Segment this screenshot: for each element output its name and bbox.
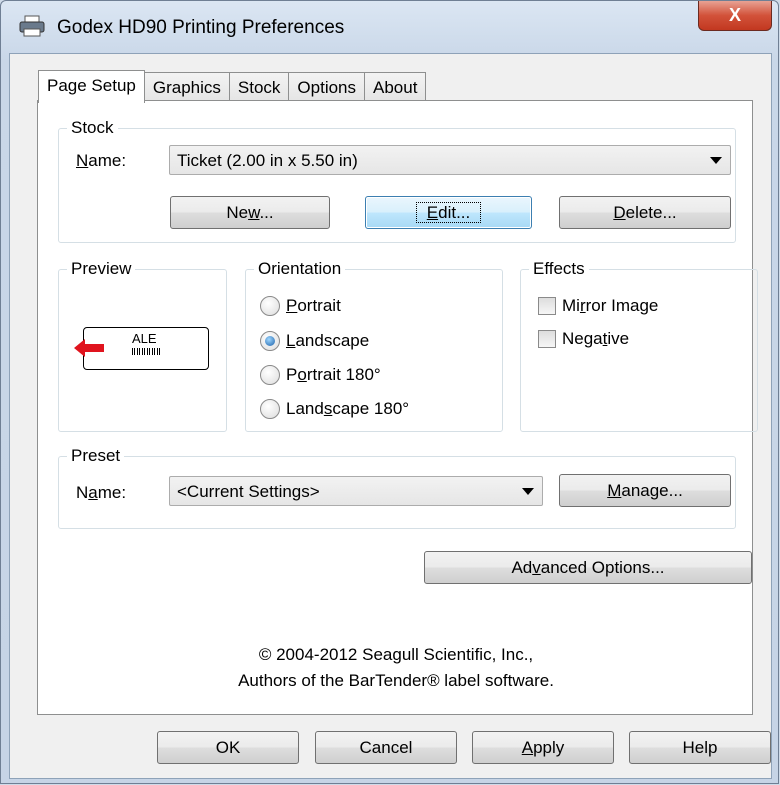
chevron-down-icon (522, 488, 534, 495)
effects-group: Effects Mirror Image Negative (520, 259, 758, 432)
preview-label-text: ALE (132, 331, 157, 346)
title-bar[interactable]: Godex HD90 Printing Preferences X (1, 1, 778, 53)
delete-button[interactable]: Delete... (559, 196, 731, 229)
tab-about[interactable]: About (364, 72, 427, 101)
stock-name-value: Ticket (2.00 in x 5.50 in) (177, 151, 358, 170)
preset-group: Preset Name: <Current Settings> Manage..… (58, 446, 736, 529)
orientation-landscape-180[interactable]: Landscape 180° (260, 398, 460, 422)
radio-portrait-180[interactable] (260, 365, 280, 385)
mirror-image-option[interactable]: Mirror Image (538, 295, 738, 319)
printer-icon (19, 15, 45, 37)
stock-name-label: Name: (76, 151, 127, 170)
tab-graphics[interactable]: Graphics (143, 72, 230, 101)
ok-button[interactable]: OK (157, 731, 299, 764)
preview-group: Preview ALE (58, 259, 227, 432)
radio-portrait[interactable] (260, 296, 280, 316)
tab-options[interactable]: Options (288, 72, 366, 101)
radio-landscape-180[interactable] (260, 399, 280, 419)
chevron-down-icon (710, 157, 722, 164)
dialog-client: Page Setup Graphics Stock Options About … (9, 53, 772, 779)
tab-stock[interactable]: Stock (228, 72, 290, 101)
tab-page-setup[interactable]: Page Setup (38, 70, 145, 103)
preset-name-label: Name: (76, 483, 127, 502)
orientation-landscape[interactable]: Landscape (260, 330, 460, 354)
new-button[interactable]: New... (170, 196, 330, 229)
orientation-group: Orientation Portrait Landscape Portrait … (245, 259, 503, 432)
apply-button[interactable]: Apply (472, 731, 614, 764)
barcode-icon (132, 348, 160, 355)
advanced-options-button[interactable]: Advanced Options... (424, 551, 752, 584)
copyright-line-1: © 2004-2012 Seagull Scientific, Inc., (258, 645, 534, 664)
tab-strip: Page Setup Graphics Stock Options About (38, 70, 427, 103)
help-button[interactable]: Help (629, 731, 771, 764)
edit-button[interactable]: Edit... (365, 196, 532, 229)
page-setup-panel: Stock Name: Ticket (2.00 in x 5.50 in) N… (37, 100, 758, 715)
preset-name-value: <Current Settings> (177, 482, 320, 501)
manage-button[interactable]: Manage... (559, 474, 731, 507)
orientation-group-label: Orientation (254, 259, 346, 279)
preset-group-label: Preset (67, 446, 125, 466)
orientation-portrait-180[interactable]: Portrait 180° (260, 364, 460, 388)
preset-name-dropdown[interactable]: <Current Settings> (169, 476, 543, 506)
window-title: Godex HD90 Printing Preferences (57, 17, 345, 38)
mirror-image-checkbox[interactable] (538, 297, 556, 315)
negative-option[interactable]: Negative (538, 328, 738, 352)
copyright-line-2: Authors of the BarTender® label software… (238, 671, 554, 690)
preview-group-label: Preview (67, 259, 136, 279)
stock-group-label: Stock (67, 118, 118, 138)
close-button[interactable]: X (698, 1, 772, 31)
orientation-portrait[interactable]: Portrait (260, 295, 460, 319)
negative-checkbox[interactable] (538, 330, 556, 348)
dialog-window: Godex HD90 Printing Preferences X Page S… (0, 0, 779, 784)
radio-landscape[interactable] (260, 331, 280, 351)
stock-name-dropdown[interactable]: Ticket (2.00 in x 5.50 in) (169, 145, 731, 175)
cancel-button[interactable]: Cancel (315, 731, 457, 764)
label-preview: ALE (74, 327, 209, 370)
effects-group-label: Effects (529, 259, 589, 279)
stock-group: Stock Name: Ticket (2.00 in x 5.50 in) N… (58, 118, 736, 243)
feed-direction-arrow-icon (74, 339, 104, 357)
